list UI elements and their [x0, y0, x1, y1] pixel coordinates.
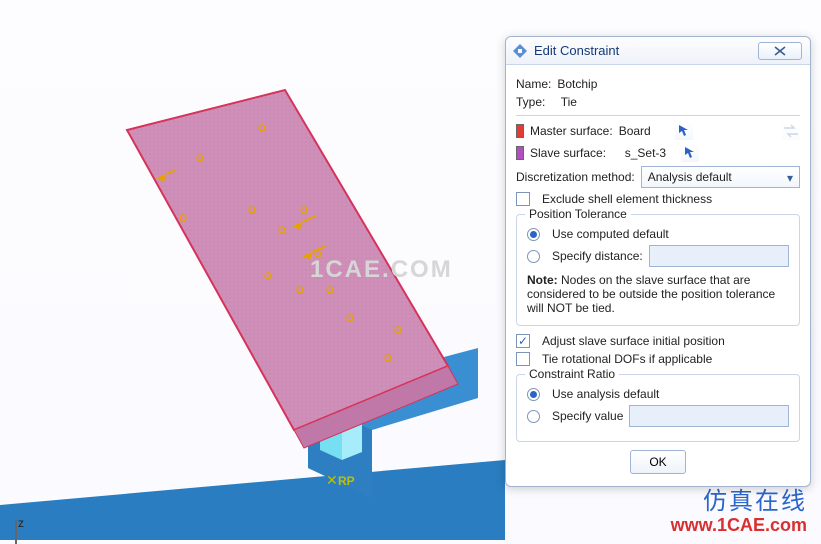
ok-button[interactable]: OK: [630, 450, 685, 474]
slave-swatch: [516, 146, 524, 160]
brand-url: www.1CAE.com: [671, 515, 807, 536]
discret-label: Discretization method:: [516, 170, 635, 184]
type-label: Type:: [516, 95, 545, 109]
discret-select[interactable]: Analysis default ▾: [641, 166, 800, 188]
master-swatch: [516, 124, 524, 138]
slave-label: Slave surface:: [530, 146, 606, 160]
ratio-value-input[interactable]: [629, 405, 789, 427]
base-plate: [0, 460, 505, 540]
watermark: 1CAE.COM: [310, 256, 453, 284]
type-value: Tie: [561, 95, 577, 109]
exclude-label: Exclude shell element thickness: [542, 192, 712, 206]
note-text: Note: Nodes on the slave surface that ar…: [527, 273, 789, 315]
axis-z-label: z: [18, 516, 24, 530]
edit-constraint-dialog: Edit Constraint Name: Botchip Type: Tie M…: [505, 36, 811, 487]
tierot-label: Tie rotational DOFs if applicable: [542, 352, 712, 366]
slave-value: s_Set-3: [625, 146, 675, 160]
pick-slave-button[interactable]: [681, 144, 699, 162]
divider: [516, 115, 800, 116]
rp-marker: ✕: [326, 472, 338, 489]
position-tolerance-group: Position Tolerance Use computed default …: [516, 214, 800, 326]
ratio-legend: Constraint Ratio: [525, 367, 619, 381]
tierot-checkbox[interactable]: [516, 352, 530, 366]
discret-value: Analysis default: [648, 170, 732, 184]
pos-opt1: Use computed default: [552, 227, 669, 241]
master-label: Master surface:: [530, 124, 613, 138]
exclude-checkbox[interactable]: [516, 192, 530, 206]
pos-default-radio[interactable]: [527, 228, 540, 241]
name-label: Name:: [516, 77, 551, 91]
pos-opt2: Specify distance:: [552, 249, 643, 263]
name-value: Botchip: [557, 77, 597, 91]
axis-line: [15, 520, 17, 544]
app-icon: [512, 43, 528, 59]
pick-master-button[interactable]: [675, 122, 693, 140]
master-value: Board: [619, 124, 669, 138]
pos-specify-radio[interactable]: [527, 250, 540, 263]
pos-distance-input[interactable]: [649, 245, 789, 267]
position-legend: Position Tolerance: [525, 207, 631, 221]
constraint-ratio-group: Constraint Ratio Use analysis default Sp…: [516, 374, 800, 442]
ratio-default-radio[interactable]: [527, 388, 540, 401]
dialog-titlebar[interactable]: Edit Constraint: [506, 37, 810, 65]
adjust-label: Adjust slave surface initial position: [542, 334, 725, 348]
swap-surfaces-button[interactable]: [782, 122, 800, 140]
rp-label: RP: [338, 474, 355, 488]
chevron-down-icon: ▾: [784, 172, 796, 184]
adjust-checkbox[interactable]: [516, 334, 530, 348]
ratio-specify-radio[interactable]: [527, 410, 540, 423]
ratio-opt1: Use analysis default: [552, 387, 659, 401]
close-button[interactable]: [758, 42, 802, 60]
ratio-opt2: Specify value: [552, 409, 623, 423]
